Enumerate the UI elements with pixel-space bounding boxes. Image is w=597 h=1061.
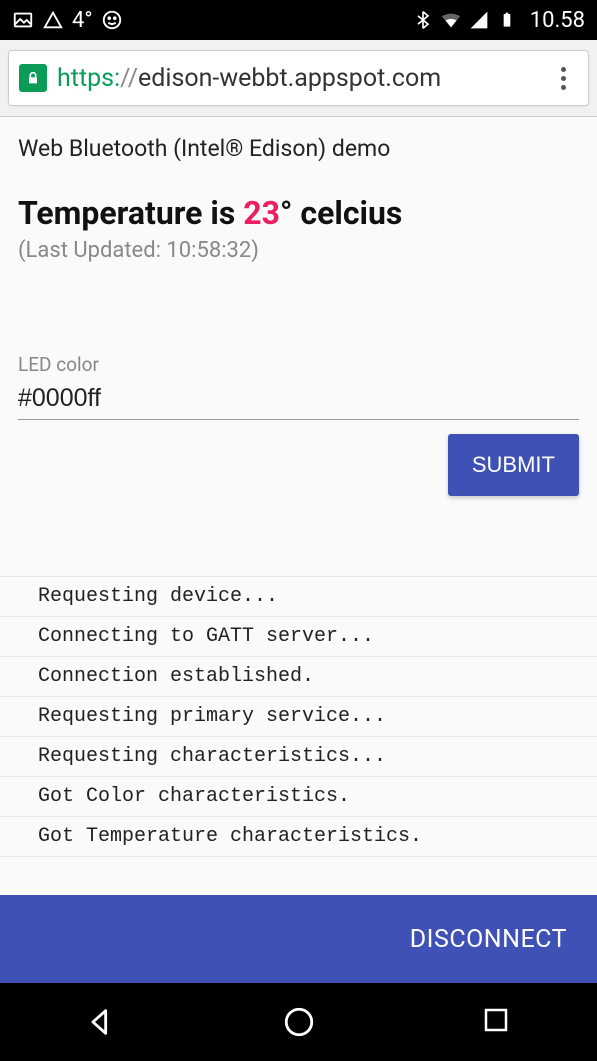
temperature-prefix: Temperature is [18,194,243,232]
log-item: Requesting device... [0,577,597,617]
log-item: Requesting characteristics... [0,737,597,777]
disconnect-button[interactable]: DISCONNECT [410,925,567,954]
log-item: Connection established. [0,657,597,697]
log-item: Connecting to GATT server... [0,617,597,657]
back-icon[interactable] [83,1005,117,1039]
bluetooth-icon [412,9,434,31]
temperature-heading: Temperature is 23° celcius [18,194,579,232]
url-scheme: https: [57,64,120,93]
last-updated: (Last Updated: 10:58:32) [18,238,579,263]
recent-apps-icon[interactable] [481,1005,515,1039]
log-item: Got Temperature characteristics. [0,817,597,857]
norway-icon [42,9,64,31]
face-icon [101,9,123,31]
url-host: edison-webbt.appspot.com [138,64,441,93]
android-status-bar: 4° 10.58 [0,0,597,40]
submit-button[interactable]: SUBMIT [448,434,579,496]
bottom-action-bar: DISCONNECT [0,895,597,983]
log-item: Got Color characteristics. [0,777,597,817]
status-temperature: 4° [72,8,93,33]
log-item: Requesting primary service... [0,697,597,737]
image-icon [12,9,34,31]
menu-icon[interactable] [548,67,578,90]
demo-title: Web Bluetooth (Intel® Edison) demo [18,135,579,162]
led-color-input[interactable] [18,380,579,420]
temperature-suffix: ° celcius [280,194,402,232]
led-color-label: LED color [18,353,579,376]
cellular-icon [468,9,490,31]
browser-toolbar: https://edison-webbt.appspot.com [0,40,597,117]
status-clock: 10.58 [530,8,585,33]
temperature-value: 23 [243,194,280,232]
battery-icon [496,9,518,31]
log-list: Requesting device... Connecting to GATT … [0,576,597,857]
wifi-icon [440,9,462,31]
url-bar[interactable]: https://edison-webbt.appspot.com [8,50,589,106]
home-icon[interactable] [282,1005,316,1039]
page-content: Web Bluetooth (Intel® Edison) demo Tempe… [0,117,597,895]
url-text: https://edison-webbt.appspot.com [57,64,548,93]
lock-icon [19,64,47,92]
android-nav-bar [0,983,597,1061]
url-separator: // [120,64,138,93]
